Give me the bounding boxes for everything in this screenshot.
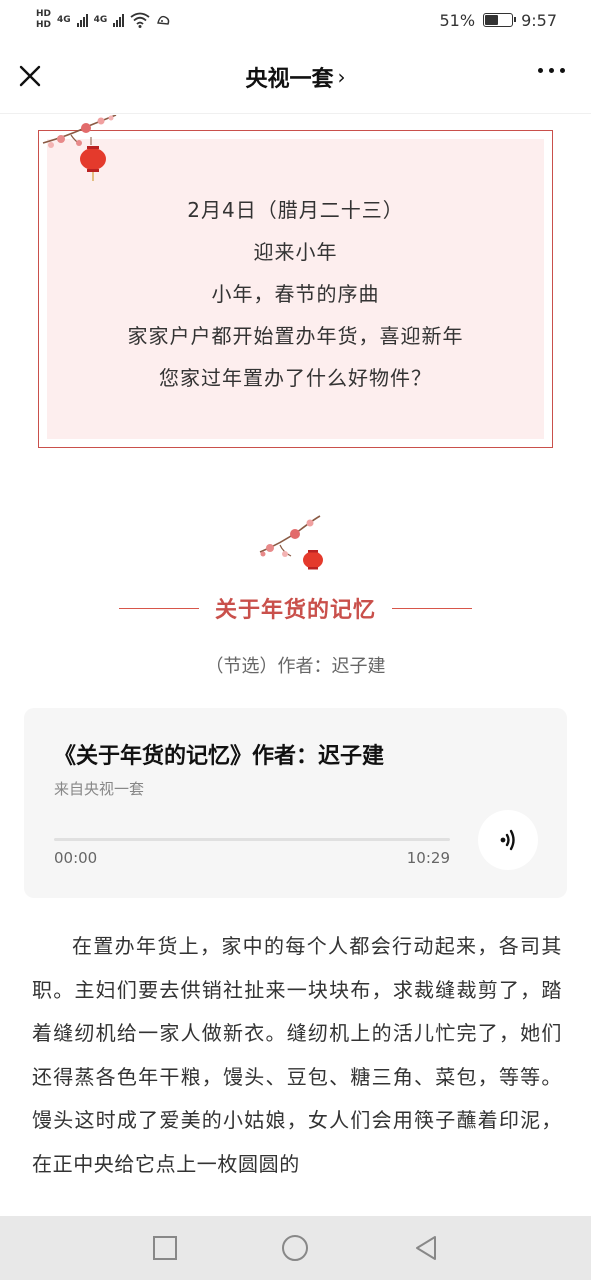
- triangle-back-icon: [415, 1236, 436, 1260]
- hd-top-label: HD: [36, 9, 52, 19]
- audio-play-button[interactable]: [478, 810, 538, 870]
- intro-box: 2月4日（腊月二十三） 迎来小年 小年，春节的序曲 家家户户都开始置办年货，喜迎…: [38, 115, 553, 448]
- audio-source: 来自央视一套: [54, 780, 145, 798]
- status-right: 51% 9:57: [440, 11, 558, 30]
- network-type-2: 4G: [93, 15, 108, 25]
- section-subtitle: （节选）作者：迟子建: [205, 656, 386, 677]
- status-left: HD HD 4G 4G: [36, 9, 172, 31]
- plum-blossom-lantern-icon: [259, 515, 323, 570]
- plum-blossom-lantern-icon: [42, 115, 117, 181]
- intro-line-4: 家家户户都开始置办年货，喜迎新年: [127, 324, 464, 348]
- section-title: 关于年货的记忆: [214, 598, 376, 623]
- hd-indicator: HD HD: [36, 9, 51, 31]
- clock: 9:57: [521, 10, 557, 30]
- hd-bottom-label: HD: [36, 20, 52, 30]
- system-nav-bar: [0, 1216, 591, 1280]
- audio-card[interactable]: 《关于年货的记忆》作者：迟子建 来自央视一套 00:00 10:29: [24, 708, 567, 898]
- chevron-right-icon: ›: [337, 64, 346, 89]
- nav-title-link[interactable]: 央视一套 ›: [245, 61, 345, 93]
- square-icon: [153, 1236, 178, 1260]
- signal-icon-2: [113, 13, 125, 27]
- audio-title: 《关于年货的记忆》作者：迟子建: [54, 744, 385, 769]
- audio-progress-bar[interactable]: [54, 838, 450, 841]
- title-rule-left: [118, 607, 199, 609]
- network-type-1: 4G: [57, 15, 71, 25]
- signal-icon: [76, 13, 88, 27]
- home-button[interactable]: [280, 1233, 310, 1263]
- more-icon[interactable]: [538, 68, 565, 73]
- intro-line-1: 2月4日（腊月二十三）: [187, 198, 404, 222]
- close-icon[interactable]: [16, 62, 44, 90]
- battery-icon: [483, 13, 517, 27]
- intro-line-5: 您家过年置办了什么好物件？: [159, 366, 432, 390]
- audio-duration: 10:29: [406, 849, 450, 867]
- intro-line-3: 小年，春节的序曲: [211, 282, 380, 306]
- section-title-row: 关于年货的记忆: [0, 590, 591, 626]
- nav-title: 央视一套: [245, 66, 334, 92]
- title-rule-right: [392, 607, 472, 609]
- battery-fill: [485, 15, 499, 25]
- circle-icon: [282, 1235, 309, 1261]
- back-button[interactable]: [411, 1233, 441, 1263]
- intro-line-2: 迎来小年: [253, 240, 338, 264]
- wifi-icon: [130, 12, 150, 28]
- recent-apps-button[interactable]: [150, 1233, 180, 1263]
- app-notification-icon: [157, 15, 170, 25]
- article-paragraph: 在置办年货上，家中的每个人都会行动起来，各司其职。主妇们要去供销社扯来一块块布，…: [32, 934, 562, 1176]
- audio-current-time: 00:00: [54, 849, 98, 867]
- nav-bar: 央视一套 ›: [0, 40, 591, 114]
- status-bar: HD HD 4G 4G 51% 9:57: [0, 0, 591, 40]
- audio-wave-icon: [500, 829, 515, 851]
- battery-percent: 51%: [439, 10, 476, 30]
